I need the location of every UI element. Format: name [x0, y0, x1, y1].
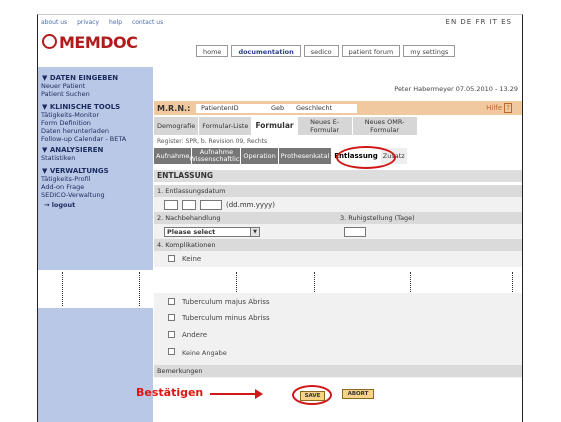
browser-frame: about us privacy help contact us EN DE F…	[37, 14, 523, 422]
minus-checkbox[interactable]	[168, 314, 175, 321]
keine-label: Keine	[182, 255, 202, 263]
nav-documentation[interactable]: documentation	[231, 45, 301, 57]
subtab-aufnahme-wissenschaftlich[interactable]: Aufnahme Wissenschaftlich	[189, 148, 243, 164]
patient-id-field: PatientenID	[196, 104, 266, 113]
sidebar-item-follow-up[interactable]: Follow-up Calendar - BETA	[38, 135, 153, 143]
section-nachbehandlung: 2. Nachbehandlung 3. Ruhigstellung (Tage…	[154, 212, 522, 224]
form-tabs: Demografie Formular-Liste Formular Neues…	[154, 117, 418, 135]
user-info: Peter Habermeyer 07.05.2010 - 13.29	[394, 85, 518, 93]
section-bemerkungen: Bemerkungen	[154, 365, 522, 377]
nachbehandlung-select[interactable]: Please select ▼	[164, 227, 260, 237]
minus-label: Tuberculum minus Abriss	[182, 314, 270, 322]
date-day-input[interactable]	[164, 200, 178, 210]
logo-ring-icon	[42, 34, 57, 49]
footer-area	[154, 378, 522, 422]
main-nav: home documentation sedico patient forum …	[196, 45, 458, 57]
sidebar-item-form-definition[interactable]: Form Definition	[38, 119, 153, 127]
nav-home[interactable]: home	[196, 45, 229, 57]
ruhigstellung-input[interactable]	[344, 227, 366, 237]
keine-row: Keine	[154, 251, 522, 267]
hilfe-link[interactable]: Hilfe ?	[486, 103, 512, 113]
register-info: Register: SPR, b. Revision 09, Rechts	[157, 138, 268, 145]
entlassung-highlight-circle	[336, 146, 396, 169]
sidebar-lower	[38, 311, 153, 422]
memdoc-logo: MEMDOC	[42, 33, 138, 52]
keine-angabe-label: Keine Angabe	[182, 349, 227, 357]
tab-demografie[interactable]: Demografie	[154, 117, 200, 135]
form-title: ENTLASSUNG	[154, 170, 522, 182]
nav-sedico[interactable]: sedico	[303, 45, 339, 57]
sidebar-group-daten: ▼ DATEN EINGEBEN	[42, 74, 119, 82]
nav-patient-forum[interactable]: patient forum	[341, 45, 401, 57]
ruhigstellung-label: 3. Ruhigstellung (Tage)	[340, 214, 415, 222]
gap-dots	[139, 272, 140, 306]
arrow-right-icon	[255, 389, 263, 399]
subtab-operation[interactable]: Operation	[241, 148, 279, 164]
annotation-arrow-line	[210, 393, 258, 395]
nachbehandlung-row: Please select ▼	[154, 224, 522, 239]
sidebar-group-verwaltungs: ▼ VERWALTUNGS	[42, 167, 109, 175]
sidebar-item-neuer-patient[interactable]: Neuer Patient	[38, 82, 153, 90]
sidebar-group-klinische: ▼ KLINISCHE TOOLS	[42, 103, 121, 111]
link-privacy[interactable]: privacy	[77, 19, 99, 26]
geschlecht-field: Geschlecht	[291, 104, 357, 113]
andere-label: Andere	[182, 331, 208, 339]
help-icon: ?	[504, 103, 512, 113]
tab-neues-e-formular[interactable]: Neues E-Formular	[297, 117, 353, 135]
sidebar-item-daten-herunterladen[interactable]: Daten herunterladen	[38, 127, 153, 135]
subtab-prothesenkatal[interactable]: Prothesenkatal	[278, 148, 333, 164]
section-komplikationen: 4. Komplikationen	[154, 239, 522, 251]
link-help[interactable]: help	[109, 19, 122, 26]
abort-button[interactable]: ABORT	[342, 389, 374, 399]
nav-my-settings[interactable]: my settings	[403, 45, 456, 57]
keine-checkbox[interactable]	[168, 255, 175, 262]
date-year-input[interactable]	[200, 200, 222, 210]
patient-header: M.R.N.: PatientenID Geb Geschlecht Hilfe…	[154, 101, 522, 115]
save-highlight-circle	[292, 385, 332, 405]
sidebar-item-sedico-verwaltung[interactable]: SEDICO-Verwaltung	[38, 191, 153, 199]
subtab-aufnahme[interactable]: Aufnahme	[154, 148, 193, 164]
keine-angabe-checkbox[interactable]	[168, 348, 175, 355]
complication-list: Tuberculum majus Abriss Tuberculum minus…	[154, 293, 522, 369]
date-format-hint: (dd.mm.yyyy)	[226, 201, 276, 209]
bestaetigen-annotation: Bestätigen	[136, 386, 204, 399]
date-row: (dd.mm.yyyy)	[154, 197, 522, 212]
language-switcher[interactable]: EN DE FR IT ES	[446, 18, 512, 26]
section-entlassungsdatum: 1. Entlassungsdatum	[154, 185, 522, 197]
geb-field: Geb	[266, 104, 292, 113]
chevron-down-icon: ▼	[250, 228, 259, 236]
sidebar-item-add-on-frage[interactable]: Add-on Frage	[38, 183, 153, 191]
tab-formular[interactable]: Formular	[252, 117, 298, 135]
majus-checkbox[interactable]	[168, 298, 175, 305]
sidebar-item-patient-suchen[interactable]: Patient Suchen	[38, 90, 153, 98]
sidebar-item-taetigkeits-monitor[interactable]: Tätigkeits-Monitor	[38, 111, 153, 119]
mrn-label: M.R.N.:	[157, 104, 191, 113]
logo-text: MEMDOC	[59, 33, 138, 52]
sidebar-group-analysieren: ▼ ANALYSIEREN	[42, 146, 104, 154]
tab-neues-omr-formular[interactable]: Neues OMR-Formular	[352, 117, 418, 135]
andere-checkbox[interactable]	[168, 331, 175, 338]
majus-label: Tuberculum majus Abriss	[182, 298, 270, 306]
logout-link[interactable]: → logout	[38, 201, 153, 209]
gap-dots	[62, 272, 63, 306]
date-month-input[interactable]	[182, 200, 196, 210]
link-contact-us[interactable]: contact us	[132, 19, 163, 26]
sidebar-item-taetigkeits-profil[interactable]: Tätigkeits-Profil	[38, 175, 153, 183]
top-links: about us privacy help contact us	[41, 19, 171, 26]
sidebar-item-statistiken[interactable]: Statistiken	[38, 154, 153, 162]
tab-formular-liste[interactable]: Formular-Liste	[199, 117, 253, 135]
nachbehandlung-label: 2. Nachbehandlung	[157, 214, 221, 222]
link-about-us[interactable]: about us	[41, 19, 67, 26]
